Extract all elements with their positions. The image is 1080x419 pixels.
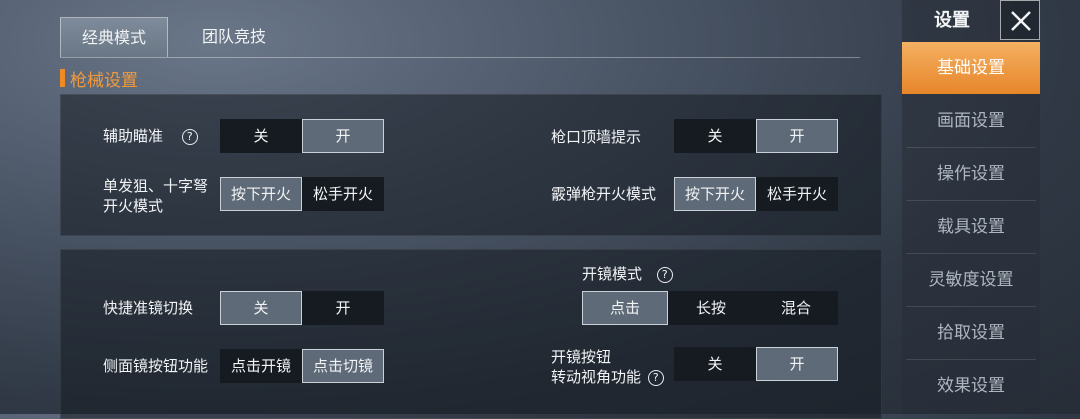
tab-classic-mode[interactable]: 经典模式 [60, 17, 168, 57]
sniper-release-fire-button[interactable]: 松手开火 [302, 177, 384, 211]
mode-tab-bar: 经典模式 团队竞技 [60, 17, 860, 58]
side-scope-label: 侧面镜按钮功能 [103, 357, 209, 375]
quick-scope-toggle: 关 开 [220, 291, 384, 325]
shotgun-release-fire-button[interactable]: 松手开火 [756, 177, 838, 211]
weapon-settings-panel-2 [60, 249, 882, 419]
tab-team-deathmatch[interactable]: 团队竞技 [180, 17, 288, 57]
shotgun-fire-toggle: 按下开火 松手开火 [674, 177, 838, 211]
wall-hint-on-button[interactable]: 开 [756, 119, 838, 153]
quick-scope-on-button[interactable]: 开 [302, 291, 384, 325]
sidebar-item-controls[interactable]: 操作设置 [906, 148, 1036, 201]
wall-hint-off-button[interactable]: 关 [674, 119, 756, 153]
sniper-fire-label-line1: 单发狙、十字弩 [103, 177, 209, 195]
side-scope-toggle: 点击开镜 点击切镜 [220, 349, 384, 383]
shotgun-fire-label: 霰弹枪开火模式 [551, 185, 657, 203]
side-scope-switch-button[interactable]: 点击切镜 [302, 349, 384, 383]
scope-mode-label: 开镜模式 ? [582, 264, 673, 284]
wall-hint-toggle: 关 开 [674, 119, 838, 153]
sniper-press-fire-button[interactable]: 按下开火 [220, 177, 302, 211]
scope-rotate-label-line1: 开镜按钮 [551, 348, 612, 366]
scope-hold-button[interactable]: 长按 [668, 291, 754, 325]
sidebar-item-effects[interactable]: 效果设置 [906, 360, 1036, 412]
close-icon [1011, 11, 1031, 31]
section-accent-bar [60, 69, 65, 87]
sidebar-item-sensitivity[interactable]: 灵敏度设置 [906, 254, 1036, 307]
scope-rotate-label-line2: 转动视角功能 [551, 368, 642, 386]
settings-title: 设置 [934, 10, 970, 31]
aim-assist-toggle: 关 开 [220, 119, 384, 153]
scope-rotate-toggle: 关 开 [674, 347, 838, 381]
sniper-fire-label-line2: 开火模式 [103, 197, 164, 215]
scope-mode-text: 开镜模式 [582, 265, 643, 283]
aim-assist-on-button[interactable]: 开 [302, 119, 384, 153]
sidebar-item-pickup[interactable]: 拾取设置 [906, 307, 1036, 360]
scope-mixed-button[interactable]: 混合 [754, 291, 838, 325]
quick-scope-off-button[interactable]: 关 [220, 291, 302, 325]
sidebar-item-basic[interactable]: 基础设置 [902, 42, 1040, 94]
help-icon[interactable]: ? [647, 369, 664, 386]
help-icon[interactable]: ? [656, 266, 673, 283]
scope-mode-selector: 点击 长按 混合 [582, 291, 838, 325]
section-title: 枪械设置 [70, 71, 138, 91]
scope-rotate-off-button[interactable]: 关 [674, 347, 756, 381]
side-scope-open-button[interactable]: 点击开镜 [220, 349, 302, 383]
aim-assist-label: 辅助瞄准 ? [103, 126, 198, 146]
help-icon[interactable]: ? [181, 128, 198, 145]
aim-assist-off-button[interactable]: 关 [220, 119, 302, 153]
close-button[interactable] [1000, 0, 1040, 40]
aim-assist-text: 辅助瞄准 [103, 127, 164, 145]
scope-rotate-label: 开镜按钮 转动视角功能 ? [551, 347, 664, 387]
scope-rotate-on-button[interactable]: 开 [756, 347, 838, 381]
shotgun-press-fire-button[interactable]: 按下开火 [674, 177, 756, 211]
sniper-fire-label: 单发狙、十字弩 开火模式 [103, 176, 208, 216]
scope-tap-button[interactable]: 点击 [582, 291, 668, 325]
wall-hint-label: 枪口顶墙提示 [551, 128, 642, 146]
sidebar-item-graphics[interactable]: 画面设置 [906, 95, 1036, 148]
quick-scope-label: 快捷准镜切换 [103, 299, 194, 317]
sidebar-item-vehicle[interactable]: 载具设置 [906, 201, 1036, 254]
sniper-fire-toggle: 按下开火 松手开火 [220, 177, 384, 211]
